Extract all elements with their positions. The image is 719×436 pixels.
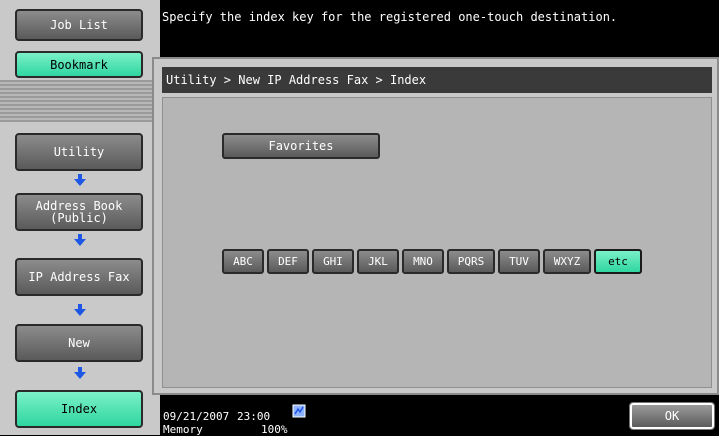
- sidebar-divider: [0, 80, 160, 122]
- down-arrow-icon: [74, 174, 86, 186]
- index-key-label: MNO: [413, 255, 433, 268]
- down-arrow-icon: [74, 367, 86, 379]
- memory-label: Memory: [163, 423, 203, 436]
- index-key-abc[interactable]: ABC: [222, 249, 264, 274]
- step-new-label: New: [68, 336, 90, 350]
- index-key-label: JKL: [368, 255, 388, 268]
- down-arrow-icon: [74, 234, 86, 246]
- breadcrumb: Utility > New IP Address Fax > Index: [162, 67, 712, 93]
- favorites-button[interactable]: Favorites: [222, 133, 380, 159]
- status-time: 23:00: [237, 410, 271, 423]
- ok-label: OK: [664, 409, 680, 423]
- index-key-label: DEF: [278, 255, 298, 268]
- step-index-label: Index: [60, 402, 98, 416]
- index-key-label: TUV: [509, 255, 529, 268]
- index-key-tuv[interactable]: TUV: [498, 249, 540, 274]
- index-panel: Utility > New IP Address Fax > Index Fav…: [152, 57, 719, 395]
- index-key-label: ABC: [233, 255, 253, 268]
- step-utility-label: Utility: [53, 145, 105, 159]
- index-key-ghi[interactable]: GHI: [312, 249, 354, 274]
- favorites-label: Favorites: [268, 139, 334, 153]
- bookmark-button[interactable]: Bookmark: [15, 51, 143, 78]
- down-arrow-icon: [74, 304, 86, 316]
- network-status-icon: [292, 404, 306, 418]
- index-key-row: ABC DEF GHI JKL MNO PQRS TUV WXYZ etc: [222, 249, 642, 274]
- index-key-pqrs[interactable]: PQRS: [447, 249, 495, 274]
- step-address-book-label: Address Book (Public): [35, 199, 123, 225]
- step-index-button[interactable]: Index: [15, 390, 143, 428]
- step-utility-button[interactable]: Utility: [15, 133, 143, 171]
- index-key-etc[interactable]: etc: [594, 249, 642, 274]
- index-key-label: WXYZ: [553, 255, 581, 268]
- index-key-jkl[interactable]: JKL: [357, 249, 399, 274]
- bookmark-label: Bookmark: [50, 57, 108, 72]
- ok-button[interactable]: OK: [629, 402, 715, 430]
- step-ip-address-fax-button[interactable]: IP Address Fax: [15, 258, 143, 296]
- index-key-label: GHI: [323, 255, 343, 268]
- step-ip-address-fax-label: IP Address Fax: [28, 270, 130, 284]
- index-key-def[interactable]: DEF: [267, 249, 309, 274]
- status-date: 09/21/2007: [163, 410, 230, 423]
- step-address-book-button[interactable]: Address Book (Public): [15, 193, 143, 231]
- index-key-wxyz[interactable]: WXYZ: [543, 249, 591, 274]
- index-selection-area: Favorites ABC DEF GHI JKL MNO PQRS TUV W…: [162, 97, 712, 388]
- job-list-label: Job List: [50, 18, 108, 32]
- index-key-label: etc: [608, 255, 628, 268]
- job-list-button[interactable]: Job List: [15, 9, 143, 41]
- breadcrumb-text: Utility > New IP Address Fax > Index: [166, 73, 427, 87]
- step-new-button[interactable]: New: [15, 324, 143, 362]
- sidebar: Job List Bookmark Utility Address Book (…: [0, 0, 160, 435]
- memory-value: 100%: [261, 423, 288, 436]
- instruction-message: Specify the index key for the registered…: [162, 10, 618, 24]
- index-key-label: PQRS: [457, 255, 485, 268]
- status-bar: 09/21/2007 23:00 Memory 100% OK: [160, 400, 719, 436]
- index-key-mno[interactable]: MNO: [402, 249, 444, 274]
